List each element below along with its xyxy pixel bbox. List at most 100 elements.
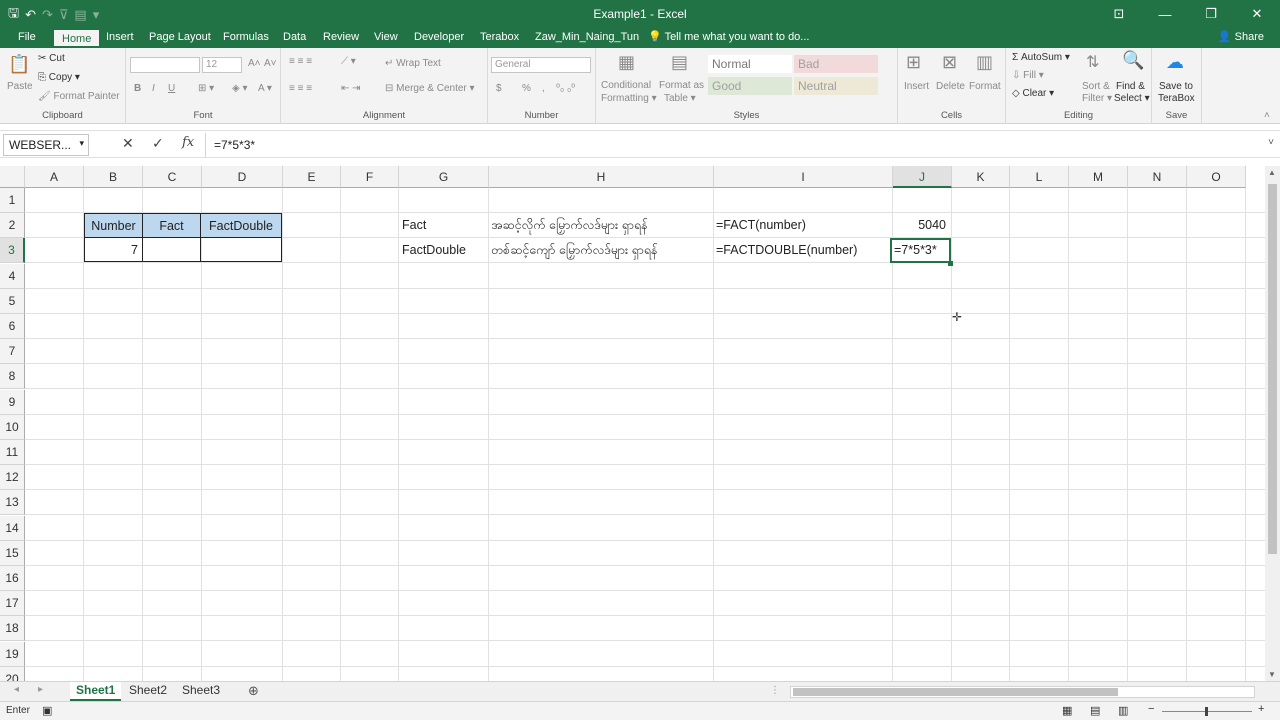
- row-header-6[interactable]: 6: [0, 314, 25, 339]
- tab-page-layout[interactable]: Page Layout: [141, 28, 219, 48]
- paste-icon[interactable]: 📋: [8, 54, 30, 75]
- row-header-12[interactable]: 12: [0, 465, 25, 491]
- cell-D3[interactable]: [200, 237, 282, 262]
- cell-J3-active-editing[interactable]: =7*5*3*: [890, 238, 951, 263]
- find-select-button-line2[interactable]: Select ▾: [1114, 93, 1150, 104]
- ribbon-display-icon[interactable]: ⊡: [1096, 0, 1142, 28]
- row-header-14[interactable]: 14: [0, 515, 25, 541]
- normal-view-icon[interactable]: ▦: [1062, 704, 1072, 717]
- percent-button[interactable]: %: [522, 83, 531, 94]
- zoom-in-icon[interactable]: +: [1258, 703, 1264, 715]
- sort-filter-button-line1[interactable]: Sort &: [1082, 81, 1110, 92]
- zoom-out-icon[interactable]: −: [1148, 703, 1154, 715]
- row-header-7[interactable]: 7: [0, 339, 25, 365]
- row-header-18[interactable]: 18: [0, 616, 25, 642]
- currency-button[interactable]: $: [496, 83, 502, 94]
- worksheet-grid[interactable]: ABCDEFGHIJKLMNO 1 2 3 4 5 6 7 8 9 10 11 12 13 14 15 16 1…: [0, 166, 1265, 681]
- copy-button[interactable]: ⎘ Copy ▾: [38, 72, 80, 83]
- new-sheet-icon[interactable]: ⊕: [248, 683, 259, 699]
- shrink-font-icon[interactable]: A˅: [264, 58, 277, 69]
- row-header-13[interactable]: 13: [0, 490, 25, 516]
- sheet-tab-sheet3[interactable]: Sheet3: [176, 682, 226, 701]
- font-color-icon[interactable]: A ▾: [258, 83, 272, 94]
- sheet-tab-sheet2[interactable]: Sheet2: [123, 682, 173, 701]
- cut-button[interactable]: ✂ Cut: [38, 53, 65, 64]
- page-break-view-icon[interactable]: ▥: [1118, 704, 1128, 717]
- row-header-19[interactable]: 19: [0, 641, 25, 667]
- tell-me-box[interactable]: 💡 Tell me what you want to do...: [640, 28, 817, 48]
- tab-home[interactable]: Home: [52, 28, 102, 48]
- clear-button[interactable]: ◇ Clear ▾: [1012, 88, 1054, 99]
- scroll-up-icon[interactable]: ▲: [1268, 168, 1276, 177]
- top-align-icon[interactable]: ≡ ≡ ≡: [289, 56, 312, 67]
- cell-D2[interactable]: FactDouble: [200, 213, 282, 238]
- cell-B2[interactable]: Number: [84, 213, 143, 238]
- row-header-1[interactable]: 1: [0, 188, 25, 213]
- tab-data[interactable]: Data: [275, 28, 314, 48]
- paste-button[interactable]: Paste: [7, 81, 33, 92]
- column-header-A[interactable]: A: [25, 166, 84, 188]
- cell-G3[interactable]: FactDouble: [398, 238, 488, 263]
- cell-C2[interactable]: Fact: [142, 213, 201, 238]
- insert-function-icon[interactable]: fx: [182, 135, 194, 150]
- delete-button[interactable]: Delete: [936, 81, 965, 92]
- column-header-F[interactable]: F: [341, 166, 399, 188]
- row-header-10[interactable]: 10: [0, 414, 25, 440]
- cancel-entry-icon[interactable]: ✕: [122, 135, 134, 152]
- grow-font-icon[interactable]: A˄: [248, 58, 261, 69]
- style-neutral[interactable]: Neutral: [794, 77, 878, 95]
- underline-button[interactable]: U: [168, 83, 175, 94]
- name-box-dropdown-icon[interactable]: ▾: [79, 138, 84, 149]
- enter-entry-icon[interactable]: ✓: [152, 135, 164, 152]
- tab-developer[interactable]: Developer: [406, 28, 472, 48]
- fill-button[interactable]: ⇩ Fill ▾: [1012, 70, 1044, 81]
- column-header-D[interactable]: D: [202, 166, 283, 188]
- format-painter-button[interactable]: 🖌 Format Painter: [38, 91, 120, 102]
- style-good[interactable]: Good: [708, 77, 792, 95]
- cell-I2[interactable]: =FACT(number): [712, 213, 892, 238]
- tab-split-handle[interactable]: ⋮: [770, 685, 780, 696]
- tab-zaw-min-naing-tun[interactable]: Zaw_Min_Naing_Tun: [527, 28, 647, 48]
- row-header-16[interactable]: 16: [0, 566, 25, 591]
- autosum-button[interactable]: Σ AutoSum ▾: [1012, 52, 1070, 63]
- tab-insert[interactable]: Insert: [98, 28, 142, 48]
- row-header-17[interactable]: 17: [0, 591, 25, 617]
- tab-formulas[interactable]: Formulas: [215, 28, 277, 48]
- format-as-table-button-line2[interactable]: Table ▾: [664, 93, 696, 104]
- column-header-E[interactable]: E: [283, 166, 341, 188]
- save-to-terabox-line1[interactable]: Save to: [1159, 81, 1193, 92]
- restore-icon[interactable]: ❐: [1188, 0, 1234, 28]
- cell-C3[interactable]: [142, 237, 201, 262]
- cell-H3[interactable]: တစ်ဆင့်ကျော် မြှောက်လဒ်များ ရှာရန်: [487, 238, 713, 263]
- column-header-J[interactable]: J: [893, 166, 952, 188]
- left-align-icon[interactable]: ≡ ≡ ≡: [289, 83, 312, 94]
- row-header-9[interactable]: 9: [0, 389, 25, 415]
- merge-center-button[interactable]: ⊟ Merge & Center ▾: [385, 83, 475, 94]
- row-header-5[interactable]: 5: [0, 288, 25, 314]
- expand-formula-bar-icon[interactable]: ˅: [1268, 137, 1274, 148]
- tab-view[interactable]: View: [366, 28, 406, 48]
- column-header-M[interactable]: M: [1069, 166, 1128, 188]
- conditional-formatting-button-line2[interactable]: Formatting ▾: [601, 93, 657, 104]
- sheet-next-icon[interactable]: ▸: [38, 684, 43, 695]
- style-bad[interactable]: Bad: [794, 55, 878, 73]
- row-header-15[interactable]: 15: [0, 540, 25, 566]
- column-header-N[interactable]: N: [1128, 166, 1187, 188]
- style-normal[interactable]: Normal: [708, 55, 792, 73]
- comma-button[interactable]: ,: [542, 83, 545, 94]
- fill-handle[interactable]: [948, 261, 953, 266]
- row-header-3[interactable]: 3: [0, 238, 25, 264]
- column-header-B[interactable]: B: [84, 166, 143, 188]
- format-button[interactable]: Format: [969, 81, 1001, 92]
- sort-filter-button-line2[interactable]: Filter ▾: [1082, 93, 1112, 104]
- cell-B3[interactable]: 7: [84, 237, 143, 262]
- select-all-corner[interactable]: [0, 166, 25, 188]
- save-to-terabox-line2[interactable]: TeraBox: [1158, 93, 1195, 104]
- italic-button[interactable]: I: [152, 83, 155, 94]
- column-header-G[interactable]: G: [399, 166, 489, 188]
- sheet-tab-sheet1[interactable]: Sheet1: [70, 682, 122, 701]
- font-size-select[interactable]: 12: [202, 57, 242, 73]
- column-header-I[interactable]: I: [714, 166, 893, 188]
- minimize-icon[interactable]: —: [1142, 0, 1188, 28]
- row-header-8[interactable]: 8: [0, 364, 25, 390]
